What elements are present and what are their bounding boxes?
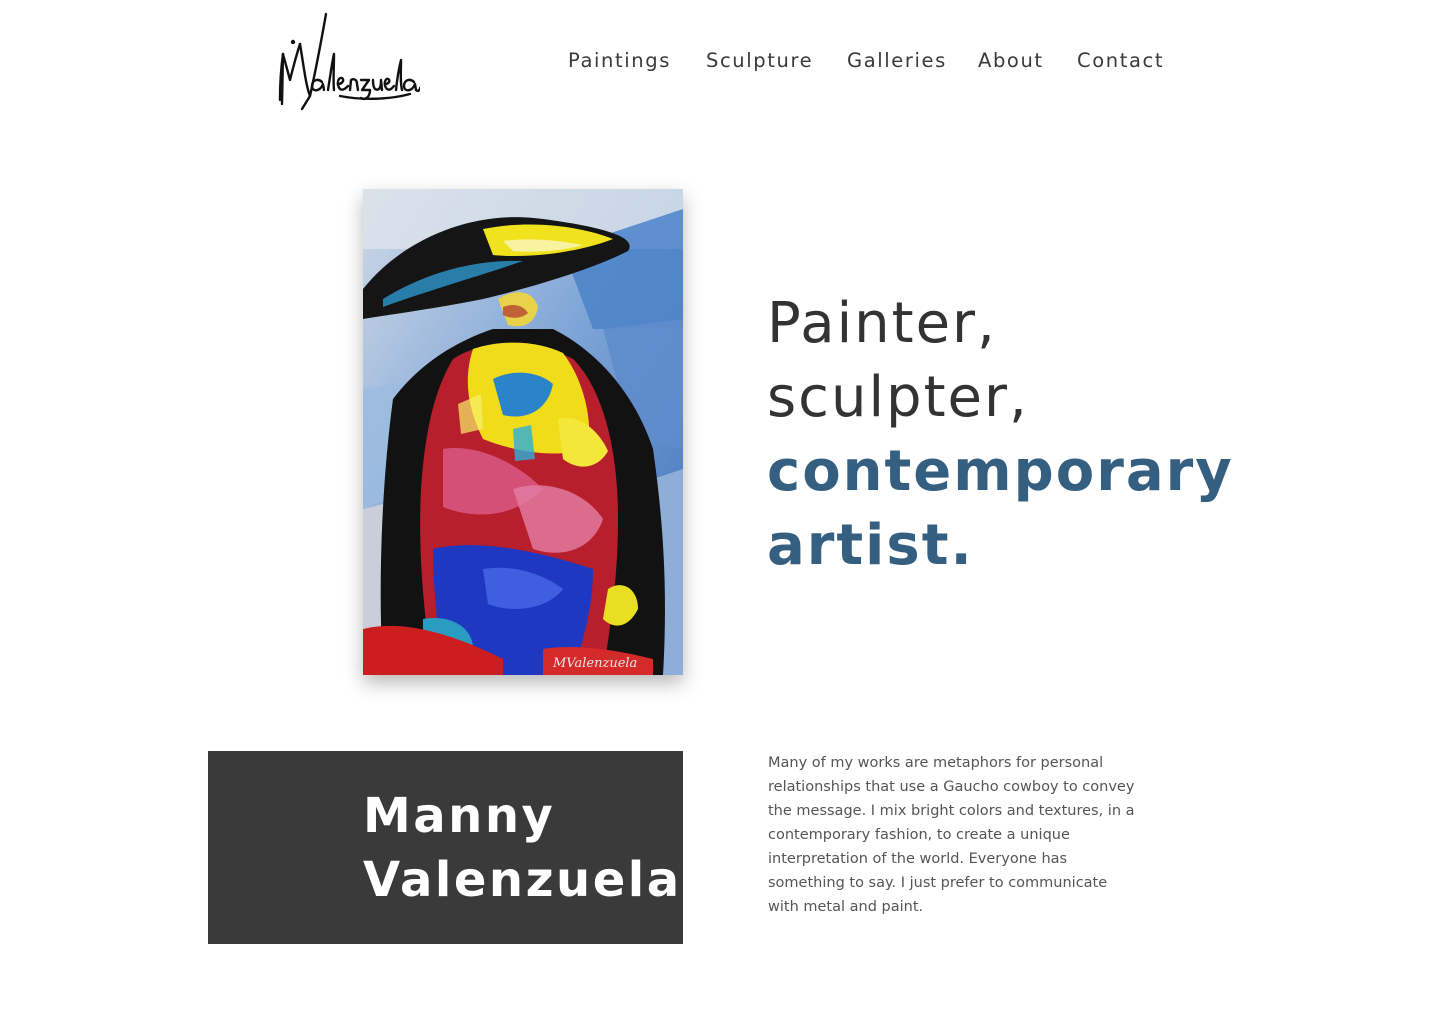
headline-line-2: sculpter,	[767, 365, 1029, 430]
artist-first-name: Manny	[363, 788, 556, 844]
painting-signature: MValenzuela	[552, 656, 637, 671]
signature-logo-icon	[278, 12, 420, 111]
hero-headline: Painter, sculpter, contemporary artist.	[767, 287, 1234, 583]
artist-bio: Many of my works are metaphors for perso…	[768, 755, 1135, 915]
headline-line-4: artist.	[767, 513, 974, 578]
nav-link-paintings[interactable]: Paintings	[568, 46, 671, 76]
artist-last-name: Valenzuela	[363, 852, 682, 908]
nav-link-about[interactable]: About	[978, 46, 1044, 76]
featured-painting[interactable]: MValenzuela	[363, 189, 683, 675]
artist-name: Manny Valenzuela	[363, 784, 682, 912]
nav-link-galleries[interactable]: Galleries	[847, 46, 947, 76]
gaucho-painting-image: MValenzuela	[363, 189, 683, 675]
artist-name-block: Manny Valenzuela	[208, 751, 683, 944]
nav-link-contact[interactable]: Contact	[1077, 46, 1164, 76]
headline-line-1: Painter,	[767, 291, 997, 356]
headline-line-3: contemporary	[767, 439, 1234, 504]
signature-logo[interactable]	[270, 8, 420, 112]
nav-link-sculpture[interactable]: Sculpture	[706, 46, 813, 76]
